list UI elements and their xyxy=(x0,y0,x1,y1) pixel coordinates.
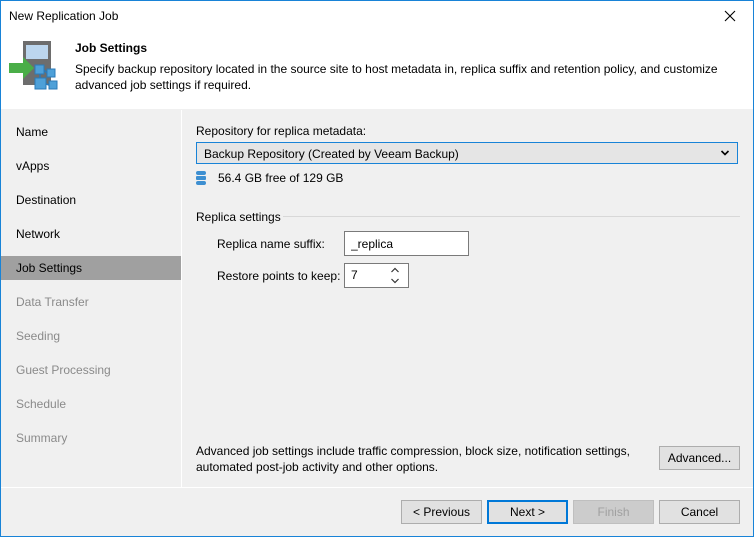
sidebar-item-network[interactable]: Network xyxy=(1,222,181,246)
chevron-down-icon[interactable] xyxy=(390,277,400,285)
chevron-down-icon xyxy=(720,150,730,156)
replication-job-icon xyxy=(9,41,58,90)
stepper-buttons[interactable] xyxy=(390,266,400,286)
window-title: New Replication Job xyxy=(9,9,119,23)
repository-label: Repository for replica metadata: xyxy=(196,124,367,138)
cancel-button[interactable]: Cancel xyxy=(659,500,740,524)
title-bar: New Replication Job xyxy=(1,1,753,31)
advanced-description: Advanced job settings include traffic co… xyxy=(196,444,631,474)
sidebar-item-name[interactable]: Name xyxy=(1,120,181,144)
footer-divider xyxy=(1,487,753,488)
advanced-button[interactable]: Advanced... xyxy=(659,446,740,470)
step-description: Specify backup repository located in the… xyxy=(75,62,718,92)
next-button[interactable]: Next > xyxy=(487,500,568,524)
finish-button: Finish xyxy=(573,500,654,524)
close-icon xyxy=(724,10,736,22)
wizard-steps-nav: Name vApps Destination Network Job Setti… xyxy=(1,110,182,487)
sidebar-item-destination[interactable]: Destination xyxy=(1,188,181,212)
job-settings-panel: Repository for replica metadata: Backup … xyxy=(182,110,753,487)
step-title: Job Settings xyxy=(75,41,148,55)
replica-settings-group-label: Replica settings xyxy=(196,210,281,224)
repository-selected-value: Backup Repository (Created by Veeam Back… xyxy=(204,147,459,161)
restore-points-label: Restore points to keep: xyxy=(217,269,341,283)
free-space-text: 56.4 GB free of 129 GB xyxy=(218,171,344,185)
previous-button[interactable]: < Previous xyxy=(401,500,482,524)
sidebar-item-guest-processing: Guest Processing xyxy=(16,363,111,377)
sidebar-item-job-settings[interactable]: Job Settings xyxy=(1,256,181,280)
restore-points-stepper[interactable]: 7 xyxy=(344,263,409,288)
suffix-label: Replica name suffix: xyxy=(217,237,325,251)
repository-dropdown[interactable]: Backup Repository (Created by Veeam Back… xyxy=(196,142,738,164)
sidebar-item-data-transfer: Data Transfer xyxy=(16,295,89,309)
close-button[interactable] xyxy=(707,1,753,31)
group-divider xyxy=(283,216,740,217)
restore-points-value: 7 xyxy=(351,268,358,282)
new-replication-job-dialog: New Replication Job Job Settings Specify… xyxy=(0,0,754,537)
sidebar-item-summary: Summary xyxy=(16,431,68,445)
repository-free-space: 56.4 GB free of 129 GB xyxy=(196,169,343,187)
wizard-header: Job Settings Specify backup repository l… xyxy=(1,31,753,109)
sidebar-item-vapps[interactable]: vApps xyxy=(1,154,181,178)
sidebar-item-seeding: Seeding xyxy=(16,329,61,343)
database-icon xyxy=(196,171,206,185)
chevron-up-icon[interactable] xyxy=(390,266,400,274)
replica-suffix-input[interactable] xyxy=(344,231,469,256)
sidebar-item-schedule: Schedule xyxy=(16,397,67,411)
